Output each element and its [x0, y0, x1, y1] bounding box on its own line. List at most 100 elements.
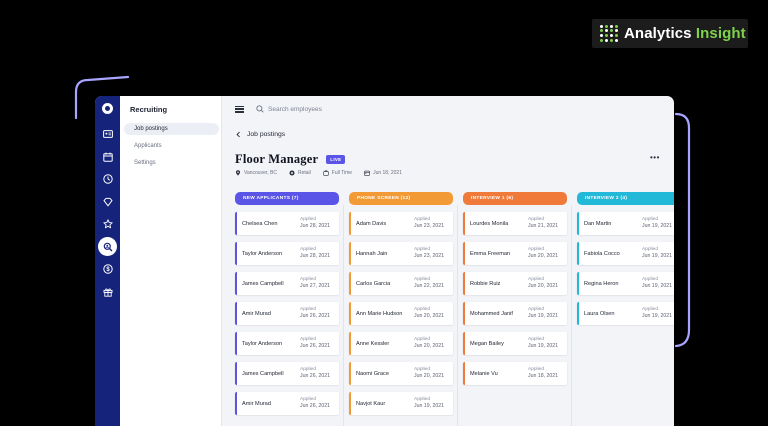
applicant-card[interactable]: Chelsea Chen Applied Jun 28, 2021	[235, 212, 339, 235]
subnav-item-settings[interactable]: Settings	[124, 157, 219, 169]
recruiting-search-icon[interactable]	[95, 236, 120, 259]
applicant-name: Robbie Ruiz	[470, 280, 501, 287]
applied-label: Applied	[414, 246, 431, 252]
applicant-card[interactable]: James Campbell Applied Jun 27, 2021	[235, 272, 339, 295]
app-window: $ Recruiting Job postings Applicants Set…	[95, 96, 674, 426]
applicant-card[interactable]: Melanie Vu Applied Jun 18, 2021	[463, 362, 567, 385]
applicant-card[interactable]: Robbie Ruiz Applied Jun 20, 2021	[463, 272, 567, 295]
top-bar	[222, 96, 674, 122]
applied-date: Jun 23, 2021	[414, 223, 444, 229]
applied-date: Jun 28, 2021	[300, 253, 330, 259]
applicant-name: Amir Murad	[242, 310, 271, 317]
job-title-row: Floor Manager LIVE	[235, 152, 346, 167]
star-icon[interactable]	[95, 213, 120, 236]
applied-date: Jun 26, 2021	[300, 373, 330, 379]
applicant-card[interactable]: Dan Martin Applied Jun 19, 2021	[577, 212, 674, 235]
breadcrumb-label: Job postings	[247, 131, 286, 138]
applicant-name: Laura Olsen	[584, 310, 615, 317]
applicant-name: Amir Murad	[242, 400, 271, 407]
applied-label: Applied	[300, 336, 317, 342]
briefcase-icon	[322, 170, 329, 176]
applicant-name: Megan Bailey	[470, 340, 504, 347]
applicant-name: Naomi Grace	[356, 370, 389, 377]
applicant-name: Fabiola Cocco	[584, 250, 620, 257]
applicant-card[interactable]: Taylor Anderson Applied Jun 26, 2021	[235, 332, 339, 355]
applied-label: Applied	[300, 246, 317, 252]
applicant-card[interactable]: Anne Kessler Applied Jun 20, 2021	[349, 332, 453, 355]
column-header[interactable]: NEW APPLICANTS (7)	[235, 192, 339, 205]
breadcrumb-back[interactable]: Job postings	[235, 131, 285, 138]
page-title: Floor Manager	[235, 152, 319, 166]
clock-icon[interactable]	[95, 168, 120, 191]
gift-icon[interactable]	[95, 281, 120, 304]
applicant-card[interactable]: Amir Murad Applied Jun 26, 2021	[235, 392, 339, 415]
applicant-name: Carlos Garcia	[356, 280, 391, 287]
applicant-name: Emma Freeman	[470, 250, 511, 257]
applicant-card[interactable]: Fabiola Cocco Applied Jun 19, 2021	[577, 242, 674, 265]
more-options-icon[interactable]: •••	[650, 154, 660, 162]
applied-date: Jun 26, 2021	[300, 343, 330, 349]
applicant-name: Taylor Anderson	[242, 340, 283, 347]
applicant-card[interactable]: Ann Marie Hudson Applied Jun 20, 2021	[349, 302, 453, 325]
applied-date: Jun 28, 2021	[300, 223, 330, 229]
applicant-name: Mohammed Janif	[470, 310, 513, 317]
applied-label: Applied	[528, 336, 545, 342]
kanban-board: NEW APPLICANTS (7) Chelsea Chen Applied Jun…	[222, 192, 674, 426]
applied-date: Jun 19, 2021	[414, 403, 444, 409]
applied-label: Applied	[528, 246, 545, 252]
hamburger-menu-icon[interactable]	[235, 105, 244, 113]
applied-date: Jun 26, 2021	[300, 403, 330, 409]
chevron-left-icon	[236, 131, 240, 138]
search-icon	[256, 105, 264, 113]
applicant-card[interactable]: Navjot Kaur Applied Jun 19, 2021	[349, 392, 453, 415]
column-header[interactable]: INTERVIEW 1 (6)	[463, 192, 567, 205]
applicant-card[interactable]: Megan Bailey Applied Jun 19, 2021	[463, 332, 567, 355]
app-logo-icon[interactable]	[102, 103, 113, 114]
kanban-column: INTERVIEW 2 (4) Dan Martin Applied Jun 19, …	[571, 192, 674, 426]
applicant-name: James Campbell	[242, 370, 284, 377]
applied-label: Applied	[642, 276, 659, 282]
dollar-icon[interactable]: $	[95, 258, 120, 281]
id-card-icon[interactable]	[95, 123, 120, 146]
applicant-card[interactable]: Taylor Anderson Applied Jun 28, 2021	[235, 242, 339, 265]
column-header[interactable]: PHONE SCREEN (12)	[349, 192, 453, 205]
job-type: Full Time	[331, 170, 353, 176]
applied-label: Applied	[414, 366, 431, 372]
kanban-column: PHONE SCREEN (12) Adam Davis Applied Jun 23…	[343, 192, 453, 426]
applied-date: Jun 27, 2021	[300, 283, 330, 289]
applicant-name: Adam Davis	[356, 220, 387, 227]
applicant-card[interactable]: Hannah Jain Applied Jun 23, 2021	[349, 242, 453, 265]
applicant-name: Hannah Jain	[356, 250, 388, 257]
department-icon	[289, 170, 295, 176]
applicant-card[interactable]: Carlos Garcia Applied Jun 22, 2021	[349, 272, 453, 295]
applicant-card[interactable]: Emma Freeman Applied Jun 20, 2021	[463, 242, 567, 265]
applicant-name: Melanie Vu	[470, 370, 498, 377]
applicant-name: James Campbell	[242, 280, 284, 287]
applicant-card[interactable]: Laura Olsen Applied Jun 19, 2021	[577, 302, 674, 325]
main-content: Job postings Floor Manager LIVE ••• Vanc…	[222, 96, 674, 426]
applied-date: Jun 20, 2021	[414, 313, 444, 319]
subnav-item-applicants[interactable]: Applicants	[124, 140, 219, 152]
applied-date: Jun 23, 2021	[414, 253, 444, 259]
applied-label: Applied	[414, 306, 431, 312]
applicant-card[interactable]: Regina Heron Applied Jun 19, 2021	[577, 272, 674, 295]
applicant-name: Anne Kessler	[356, 340, 390, 347]
column-header[interactable]: INTERVIEW 2 (4)	[577, 192, 674, 205]
applied-date: Jun 22, 2021	[414, 283, 444, 289]
applicant-card[interactable]: James Campbell Applied Jun 26, 2021	[235, 362, 339, 385]
applicant-card[interactable]: Amir Murad Applied Jun 26, 2021	[235, 302, 339, 325]
calendar-icon[interactable]	[95, 146, 120, 169]
applied-date: Jun 19, 2021	[642, 223, 672, 229]
applicant-name: Chelsea Chen	[242, 220, 278, 227]
applicant-card[interactable]: Mohammed Janif Applied Jun 19, 2021	[463, 302, 567, 325]
search-input[interactable]	[268, 105, 388, 113]
kanban-column: NEW APPLICANTS (7) Chelsea Chen Applied Jun…	[235, 192, 339, 415]
applicant-card[interactable]: Lourdes Monila Applied Jun 21, 2021	[463, 212, 567, 235]
applicant-card[interactable]: Naomi Grace Applied Jun 20, 2021	[349, 362, 453, 385]
applicant-name: Navjot Kaur	[356, 400, 386, 407]
applicant-card[interactable]: Adam Davis Applied Jun 23, 2021	[349, 212, 453, 235]
applied-label: Applied	[300, 396, 317, 402]
subnav-item-job-postings[interactable]: Job postings	[124, 123, 219, 135]
diamond-icon[interactable]	[95, 191, 120, 214]
applied-date: Jun 19, 2021	[528, 313, 558, 319]
